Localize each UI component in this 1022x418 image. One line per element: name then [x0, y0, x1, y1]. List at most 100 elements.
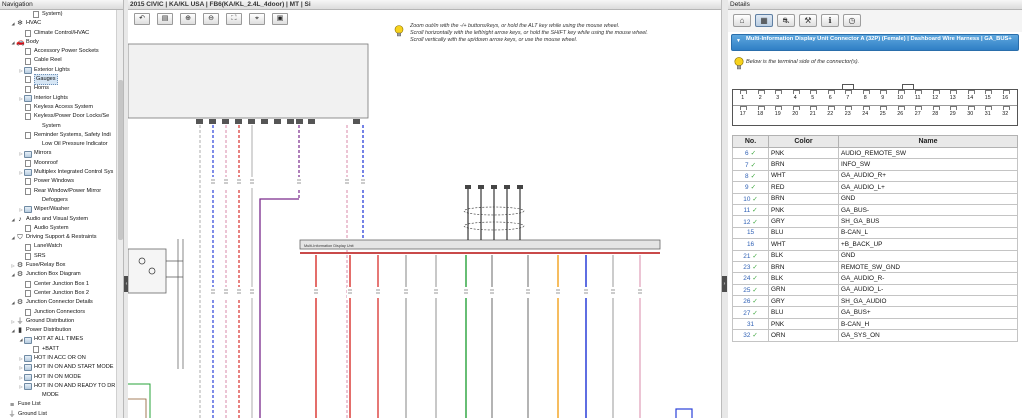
nav-item[interactable]: ▷ ⚙ Fuse/Relay Box: [0, 261, 116, 270]
nav-item[interactable]: ◢ ⚙ Junction Connector Details: [0, 298, 116, 307]
nav-item[interactable]: ▷ HOT IN ON AND READY TO DR: [0, 382, 116, 391]
nav-item[interactable]: Center Junction Box 2: [0, 289, 116, 298]
nav-item[interactable]: Low Oil Pressure Indicator: [0, 140, 116, 149]
nav-item[interactable]: Audio System: [0, 224, 116, 233]
scrollbar-thumb[interactable]: [118, 80, 123, 240]
table-row[interactable]: 15 BLU B-CAN_L: [732, 226, 1018, 240]
checkmark-icon: ✓: [752, 275, 758, 283]
nav-item[interactable]: Accessory Power Sockets: [0, 47, 116, 56]
nav-item[interactable]: ◢ ♪ Audio and Visual System: [0, 215, 116, 224]
connector-title: Multi-Information Display Unit Connector…: [746, 36, 1012, 42]
wiring-diagram-canvas[interactable]: Multi-Information Display Unit: [128, 39, 722, 418]
nav-item[interactable]: +BATT: [0, 345, 116, 354]
nav-item[interactable]: ◢ ⚙ Junction Box Diagram: [0, 270, 116, 279]
nav-item[interactable]: Keyless Access System: [0, 103, 116, 112]
nav-item-label: Climate Control/HVAC: [34, 29, 90, 36]
wire-label-bg: [360, 177, 366, 188]
nav-item-label: MODE: [42, 392, 59, 399]
nav-item[interactable]: System: [0, 122, 116, 131]
locate-button[interactable]: ⌖: [249, 13, 265, 25]
wire-label-bg: [555, 287, 561, 298]
nav-item[interactable]: ▷ Multiplex Integrated Control Sys: [0, 168, 116, 177]
nav-item[interactable]: ▷ ⏚ Ground Distribution: [0, 317, 116, 326]
table-row[interactable]: 27 ✓ BLU GA_BUS+: [732, 306, 1018, 319]
tab-tools[interactable]: ⚒: [799, 14, 817, 27]
navigation-scrollbar[interactable]: [116, 10, 123, 418]
wire-color-cell: RED: [768, 181, 839, 194]
connector-title-bar[interactable]: ▼ Multi-Information Display Unit Connect…: [731, 34, 1019, 51]
tab-history[interactable]: ◷: [843, 14, 861, 27]
highlight-button[interactable]: ▣: [272, 13, 288, 25]
table-row[interactable]: 21 ✓ BLK GND: [732, 249, 1018, 262]
table-row[interactable]: 7 ✓ BRN INFO_SW: [732, 158, 1018, 171]
tab-info[interactable]: ℹ: [821, 14, 839, 27]
table-row[interactable]: 31 PNK B-CAN_H: [732, 317, 1018, 331]
table-row[interactable]: 23 ✓ BRN REMOTE_SW_GND: [732, 260, 1018, 274]
pin-no-cell: 24 ✓: [732, 272, 769, 285]
tab-vehicle[interactable]: ⛐: [777, 14, 795, 27]
nav-item[interactable]: Cable Reel: [0, 56, 116, 65]
tab-connector[interactable]: ▦: [755, 14, 773, 27]
zoom-in-button[interactable]: ⊕: [180, 13, 196, 25]
table-row[interactable]: 25 ✓ GRN GA_AUDIO_L-: [732, 283, 1018, 297]
nav-item[interactable]: Keyless/Power Door Locks/Se: [0, 112, 116, 121]
pin-no-cell: 23 ✓: [732, 260, 769, 274]
table-row[interactable]: 26 ✓ GRY SH_GA_AUDIO: [732, 295, 1018, 308]
table-row[interactable]: 16 WHT +B_BACK_UP: [732, 238, 1018, 251]
nav-item[interactable]: ▷ Interior Lights: [0, 94, 116, 103]
nav-item[interactable]: ◢ 🚗 Body: [0, 38, 116, 47]
nav-item[interactable]: Reminder Systems, Safety Indi: [0, 131, 116, 140]
nav-item[interactable]: Center Junction Box 1: [0, 280, 116, 289]
table-row[interactable]: 12 ✓ GRY SH_GA_BUS: [732, 215, 1018, 228]
wire-label-bg: [223, 287, 229, 298]
nav-item[interactable]: Rear Window/Power Mirror: [0, 187, 116, 196]
nav-item[interactable]: Climate Control/HVAC: [0, 29, 116, 38]
nav-item-label: Fuse/Relay Box: [26, 262, 66, 269]
nav-item[interactable]: ▷ HOT IN ACC OR ON: [0, 354, 116, 363]
print-button[interactable]: ▤: [157, 13, 173, 25]
signal-name-cell: GA_AUDIO_L+: [838, 181, 1018, 194]
table-row[interactable]: 32 ✓ ORN GA_SYS_ON: [732, 329, 1018, 342]
nav-item[interactable]: ◢ ❄ HVAC: [0, 19, 116, 28]
table-row[interactable]: 10 ✓ BRN GND: [732, 192, 1018, 205]
nav-item-label: LaneWatch: [34, 243, 63, 250]
nav-item[interactable]: Gauges: [0, 74, 116, 86]
zoom-out-button[interactable]: ⊖: [203, 13, 219, 25]
pin-no: 26: [743, 298, 751, 306]
nav-item[interactable]: Junction Connectors: [0, 308, 116, 317]
nav-item[interactable]: ◢ ⛉ Driving Support & Restraints: [0, 233, 116, 242]
tab-home[interactable]: ⌂: [733, 14, 751, 27]
nav-item[interactable]: ≡ Fuse List: [0, 400, 116, 409]
nav-item[interactable]: ▷ Mirrors: [0, 149, 116, 158]
nav-item[interactable]: Power Windows: [0, 177, 116, 186]
nav-item[interactable]: Defoggers: [0, 196, 116, 205]
nav-item[interactable]: MODE: [0, 391, 116, 400]
table-row[interactable]: 11 ✓ PNK GA_BUS-: [732, 203, 1018, 217]
nav-item[interactable]: Horns: [0, 84, 116, 93]
nav-item[interactable]: SRS: [0, 252, 116, 261]
signal-name-cell: GND: [838, 192, 1018, 205]
table-row[interactable]: 9 ✓ RED GA_AUDIO_L+: [732, 181, 1018, 194]
nav-item-label: System): [42, 11, 63, 17]
nav-item[interactable]: ▷ HOT IN ON AND START MODE: [0, 363, 116, 372]
table-row[interactable]: 24 ✓ BLK GA_AUDIO_R-: [732, 272, 1018, 285]
nav-item[interactable]: ⏚ Ground List: [0, 410, 116, 418]
collapse-details-handle[interactable]: ›: [722, 276, 727, 292]
nav-item[interactable]: ▷ HOT IN ON MODE: [0, 373, 116, 382]
pin-no-cell: 21 ✓: [732, 249, 769, 262]
nav-item[interactable]: ◢ ▮ Power Distribution: [0, 326, 116, 335]
nav-item[interactable]: ◢ HOT AT ALL TIMES: [0, 335, 116, 344]
back-button[interactable]: ↶: [134, 13, 150, 25]
nav-item[interactable]: Moonroof: [0, 159, 116, 168]
table-row[interactable]: 6 ✓ PNK AUDIO_REMOTE_SW: [732, 146, 1018, 160]
wire: [128, 398, 147, 418]
table-row[interactable]: 8 ✓ WHT GA_AUDIO_R+: [732, 169, 1018, 183]
nav-item[interactable]: ▷ Exterior Lights: [0, 66, 116, 75]
folder-icon: [24, 94, 32, 102]
nav-item[interactable]: LaneWatch: [0, 242, 116, 251]
fit-screen-button[interactable]: ⛶: [226, 13, 242, 25]
nav-item-label: HOT IN ON AND START MODE: [34, 364, 114, 371]
nav-item[interactable]: ▷ Wiper/Washer: [0, 205, 116, 214]
nav-item[interactable]: System): [0, 10, 116, 19]
